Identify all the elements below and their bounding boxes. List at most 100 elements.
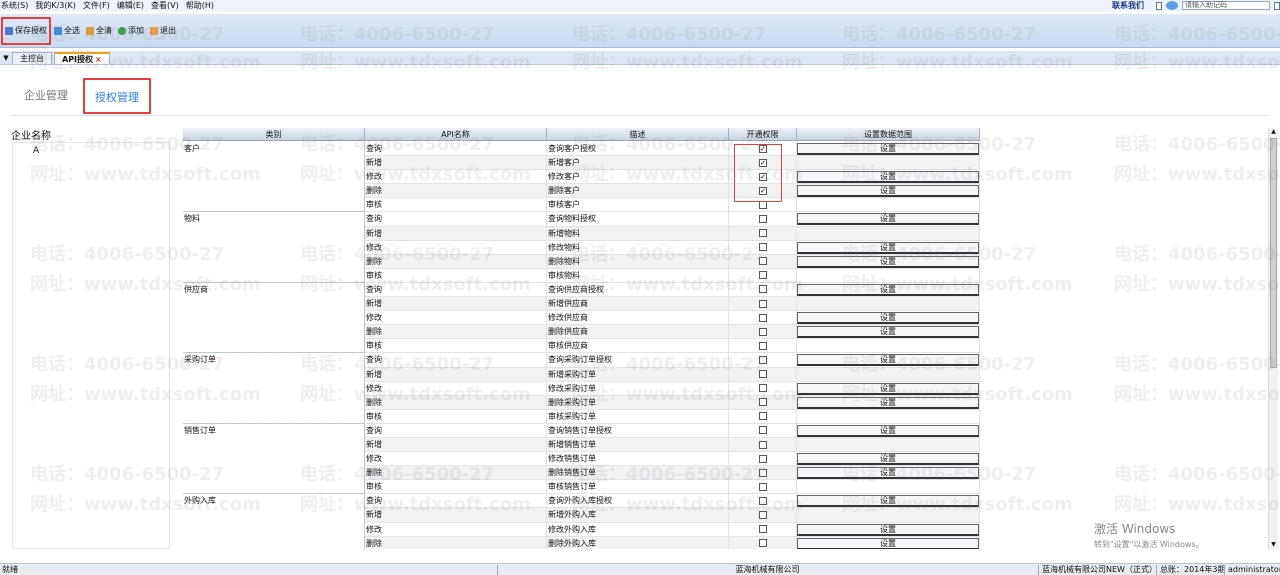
set-scope-button[interactable]: 设置 xyxy=(797,326,979,339)
enable-checkbox[interactable] xyxy=(759,313,767,322)
enterprise-name-header: 企业名称 xyxy=(11,131,51,142)
api-name-cell: 删除 xyxy=(365,466,547,481)
enable-checkbox[interactable] xyxy=(759,229,767,238)
enable-checkbox[interactable] xyxy=(759,539,767,548)
enable-checkbox[interactable] xyxy=(759,271,767,280)
api-auth-grid: 类别 API名称 描述 开通权限 设置数据范围 客户 查询 查询客户授权 ✓ 设置 新增新… xyxy=(183,128,980,549)
enable-checkbox[interactable] xyxy=(759,355,767,364)
tab-auth-management[interactable]: 授权管理 xyxy=(83,78,151,114)
data-scope-cell: 设置 xyxy=(797,240,980,255)
set-scope-button[interactable]: 设置 xyxy=(797,424,979,437)
enable-cell xyxy=(729,536,797,549)
enable-checkbox[interactable] xyxy=(759,200,767,209)
enable-checkbox[interactable] xyxy=(759,215,767,224)
close-icon[interactable]: × xyxy=(95,55,102,64)
vertical-scrollbar[interactable]: ▲ ▼ xyxy=(1268,128,1278,549)
scroll-thumb[interactable] xyxy=(1270,138,1277,368)
enable-checkbox[interactable] xyxy=(759,370,767,379)
table-row: 删除 删除客户 ✓ 设置 xyxy=(183,184,980,199)
set-scope-button[interactable]: 设置 xyxy=(797,312,979,325)
set-scope-button[interactable]: 设置 xyxy=(797,354,979,367)
enterprise-item[interactable]: A xyxy=(33,146,39,156)
enable-checkbox[interactable] xyxy=(759,285,767,294)
set-scope-button[interactable]: 设置 xyxy=(797,467,979,480)
set-scope-button[interactable]: 设置 xyxy=(797,283,979,296)
set-scope-button[interactable]: 设置 xyxy=(797,171,979,184)
menu-item[interactable]: 系统(S) xyxy=(0,0,34,11)
grid-header: 类别 API名称 描述 开通权限 设置数据范围 xyxy=(183,128,980,141)
menu-item[interactable]: 帮助(H) xyxy=(185,0,220,11)
enable-checkbox[interactable] xyxy=(759,299,767,308)
enable-checkbox[interactable] xyxy=(759,412,767,421)
enable-checkbox[interactable] xyxy=(759,454,767,463)
clear-all-label: 全清 xyxy=(96,26,112,35)
enable-checkbox[interactable] xyxy=(759,525,767,534)
description-cell: 审核物料 xyxy=(547,268,729,283)
search-input[interactable]: 请输入助记码 xyxy=(1182,1,1270,10)
toolbar: 保存授权 全选 全清 添加 退出 xyxy=(0,14,1280,48)
save-auth-button[interactable]: 保存授权 xyxy=(1,16,51,45)
header-description[interactable]: 描述 xyxy=(547,128,729,140)
select-all-button[interactable]: 全选 xyxy=(51,21,83,41)
add-button[interactable]: 添加 xyxy=(115,21,147,41)
tab-enterprise-management[interactable]: 企业管理 xyxy=(24,78,68,114)
category-cell xyxy=(183,240,365,255)
set-scope-button[interactable]: 设置 xyxy=(797,453,979,466)
enable-checkbox[interactable] xyxy=(759,468,767,477)
enable-checkbox[interactable] xyxy=(759,384,767,393)
set-scope-button[interactable]: 设置 xyxy=(797,396,979,409)
window-icon[interactable] xyxy=(1274,1,1280,10)
header-category[interactable]: 类别 xyxy=(183,128,365,140)
data-scope-cell: 设置 xyxy=(797,212,980,227)
enable-checkbox[interactable] xyxy=(759,510,767,519)
exit-button[interactable]: 退出 xyxy=(147,21,179,41)
category-cell: 采购订单 xyxy=(183,353,365,368)
set-scope-button[interactable]: 设置 xyxy=(797,495,979,508)
scroll-down-icon[interactable]: ▼ xyxy=(1269,541,1278,549)
enable-checkbox[interactable] xyxy=(759,496,767,505)
set-scope-button[interactable]: 设置 xyxy=(797,213,979,226)
data-scope-cell: 设置 xyxy=(797,423,980,438)
enable-checkbox[interactable] xyxy=(759,482,767,491)
enable-checkbox[interactable] xyxy=(759,327,767,336)
set-scope-button[interactable]: 设置 xyxy=(797,382,979,395)
tab-main-console[interactable]: 主控台 xyxy=(12,52,52,64)
set-scope-button[interactable]: 设置 xyxy=(797,241,979,254)
set-scope-button[interactable]: 设置 xyxy=(797,143,979,155)
table-row: 审核 审核客户 xyxy=(183,198,980,213)
enable-checkbox[interactable] xyxy=(759,398,767,407)
data-scope-cell: 设置 xyxy=(797,466,980,481)
set-scope-button[interactable]: 设置 xyxy=(797,255,979,268)
header-enable[interactable]: 开通权限 xyxy=(729,128,797,140)
menu-item[interactable]: 查看(V) xyxy=(150,0,185,11)
enable-checkbox[interactable] xyxy=(759,257,767,266)
api-name-cell: 修改 xyxy=(365,452,547,467)
table-row: 新增 新增物料 xyxy=(183,226,980,241)
menu-item[interactable]: 文件(F) xyxy=(82,0,116,11)
tab-api-auth[interactable]: API授权 × xyxy=(54,52,110,64)
document-icon[interactable] xyxy=(1156,1,1162,10)
enable-cell xyxy=(729,226,797,241)
data-scope-cell xyxy=(797,480,980,495)
enable-checkbox[interactable] xyxy=(759,440,767,449)
header-api-name[interactable]: API名称 xyxy=(365,128,547,140)
enable-checkbox[interactable] xyxy=(759,341,767,350)
tab-list-chevron-icon[interactable]: ▼ xyxy=(0,52,12,64)
table-row: 删除 删除采购订单 设置 xyxy=(183,395,980,410)
menu-item[interactable]: 我的K/3(K) xyxy=(34,0,82,11)
enable-checkbox[interactable] xyxy=(759,426,767,435)
enable-checkbox[interactable] xyxy=(759,243,767,252)
header-data-scope[interactable]: 设置数据范围 xyxy=(797,128,980,140)
set-scope-button[interactable]: 设置 xyxy=(797,537,979,549)
clear-all-button[interactable]: 全清 xyxy=(83,21,115,41)
set-scope-button[interactable]: 设置 xyxy=(797,185,979,198)
menu-item[interactable]: 编辑(E) xyxy=(116,0,150,11)
description-cell: 查询客户授权 xyxy=(547,142,729,157)
enable-cell xyxy=(729,494,797,509)
scroll-up-icon[interactable]: ▲ xyxy=(1269,128,1278,136)
enable-cell xyxy=(729,297,797,312)
contact-link[interactable]: 联系我们 xyxy=(1112,0,1144,11)
set-scope-button[interactable]: 设置 xyxy=(797,523,979,536)
category-cell xyxy=(183,437,365,453)
table-row: 删除 删除销售订单 设置 xyxy=(183,466,980,481)
